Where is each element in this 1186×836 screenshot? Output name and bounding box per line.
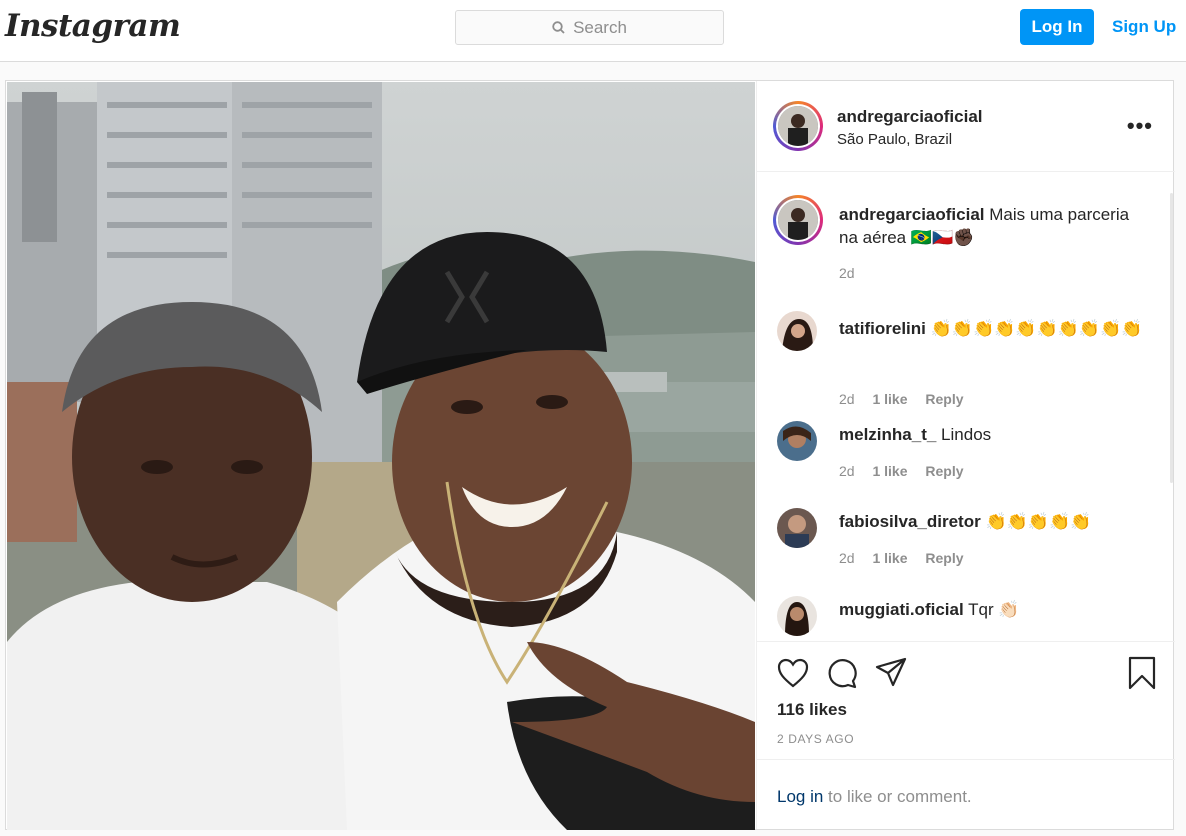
caption-username[interactable]: andregarciaoficial — [839, 205, 985, 224]
reply-button[interactable]: Reply — [925, 550, 963, 566]
instagram-logo[interactable]: Instagram — [5, 8, 181, 44]
author-avatar[interactable] — [773, 101, 823, 151]
comment-likes[interactable]: 1 like — [872, 550, 907, 566]
comment-meta: 2d 1 like Reply — [839, 550, 978, 566]
likes-count[interactable]: 116 likes — [777, 700, 847, 720]
login-prompt-text: to like or comment. — [823, 787, 972, 806]
comment-text: Tqr 👏🏻 — [968, 600, 1020, 619]
comment-likes[interactable]: 1 like — [872, 391, 907, 407]
more-options-icon[interactable]: ••• — [1127, 115, 1153, 137]
login-link[interactable]: Log in — [777, 787, 823, 806]
comment-icon[interactable] — [826, 657, 858, 689]
post-sidebar: andregarciaoficial São Paulo, Brazil •••… — [756, 81, 1175, 829]
comment-text: Lindos — [941, 425, 992, 444]
comment-avatar[interactable] — [777, 421, 817, 461]
comment-likes[interactable]: 1 like — [872, 463, 907, 479]
post-actions: 116 likes 2 DAYS AGO — [757, 641, 1175, 759]
comment-avatar[interactable] — [777, 508, 817, 548]
share-icon[interactable] — [875, 657, 907, 687]
comment-text: 👏👏👏👏👏 — [985, 512, 1092, 531]
caption-time[interactable]: 2d — [839, 265, 855, 281]
comment-username[interactable]: fabiosilva_diretor — [839, 512, 981, 531]
search-placeholder: Search — [573, 17, 627, 37]
comment-avatar[interactable] — [777, 596, 817, 636]
comment-meta: 2d 1 like Reply — [839, 391, 978, 407]
comments-list[interactable]: andregarciaoficial Mais uma parceria na … — [757, 173, 1175, 641]
post-location[interactable]: São Paulo, Brazil — [837, 131, 952, 148]
top-navigation-bar: Instagram Search Log In Sign Up — [0, 0, 1186, 62]
bookmark-icon[interactable] — [1127, 656, 1157, 690]
post-time-ago[interactable]: 2 DAYS AGO — [777, 732, 854, 746]
post-photo[interactable] — [7, 82, 755, 830]
comment-meta: 2d 1 like Reply — [839, 463, 978, 479]
comment-avatar[interactable] — [777, 311, 817, 351]
comment-time[interactable]: 2d — [839, 463, 855, 479]
login-button[interactable]: Log In — [1020, 9, 1094, 45]
reply-button[interactable]: Reply — [925, 463, 963, 479]
reply-button[interactable]: Reply — [925, 391, 963, 407]
caption-meta: 2d — [839, 265, 869, 281]
author-username[interactable]: andregarciaoficial — [837, 107, 983, 127]
post-header: andregarciaoficial São Paulo, Brazil ••• — [757, 81, 1175, 172]
comment-username[interactable]: melzinha_t_ — [839, 425, 936, 444]
comments-scrollbar[interactable] — [1170, 193, 1173, 483]
comment-time[interactable]: 2d — [839, 550, 855, 566]
heart-icon[interactable] — [777, 658, 809, 688]
comment-username[interactable]: muggiati.oficial — [839, 600, 964, 619]
post-container: andregarciaoficial São Paulo, Brazil •••… — [5, 80, 1175, 830]
comment-time[interactable]: 2d — [839, 391, 855, 407]
signup-link[interactable]: Sign Up — [1112, 17, 1176, 37]
login-prompt: Log in to like or comment. — [757, 759, 1175, 829]
comment-username[interactable]: tatifiorelini — [839, 319, 926, 338]
search-icon — [552, 21, 565, 34]
comment-text: 👏👏👏👏👏👏👏👏👏👏 — [930, 319, 1143, 338]
caption-avatar[interactable] — [773, 195, 823, 245]
search-input[interactable]: Search — [455, 10, 724, 45]
